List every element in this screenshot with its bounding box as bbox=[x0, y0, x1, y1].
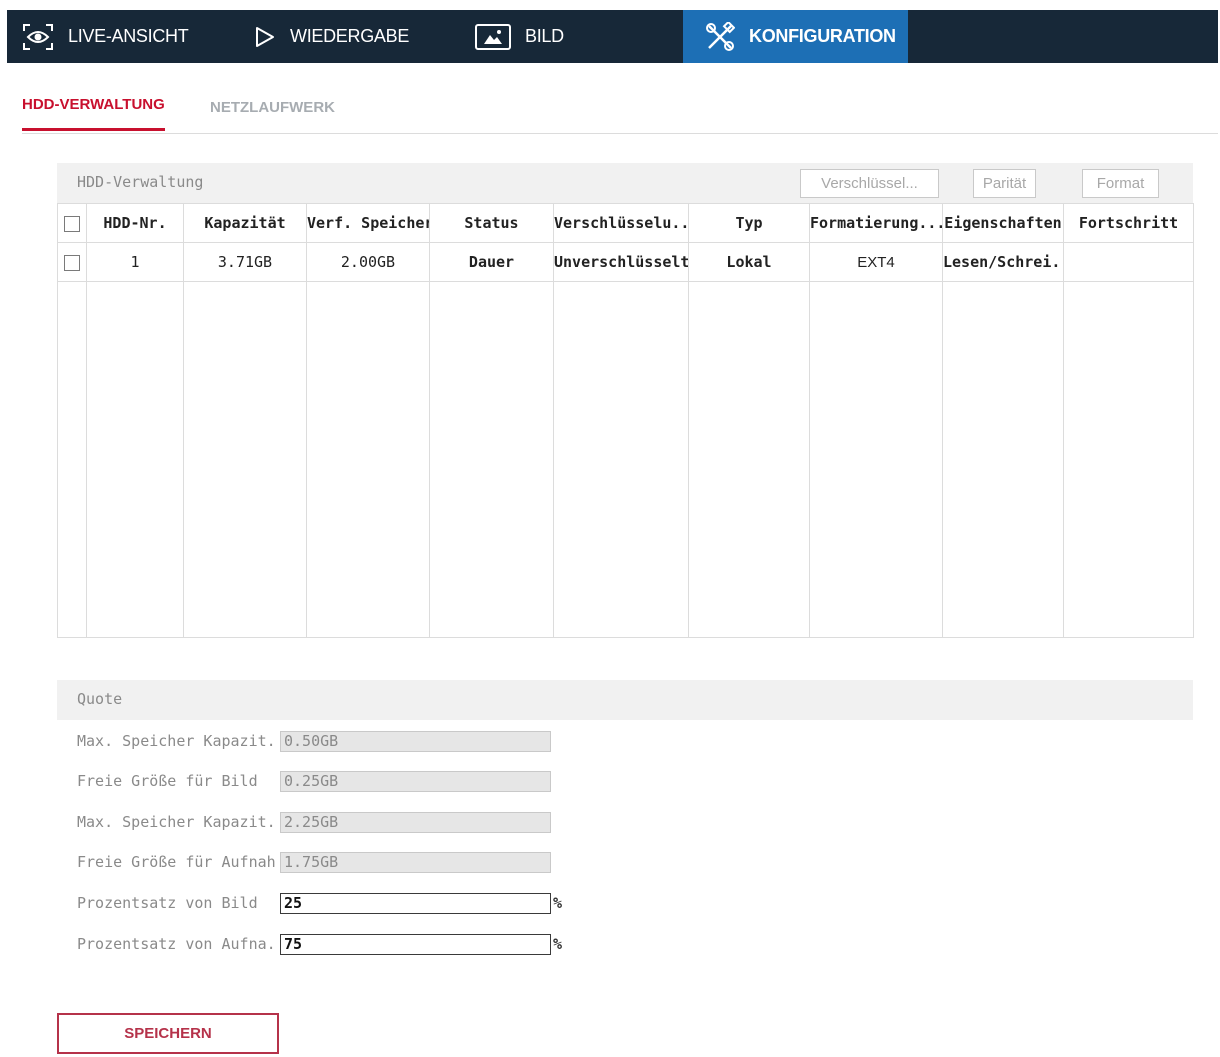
quota-section-header: Quote bbox=[57, 680, 1193, 720]
nav-configuration[interactable]: KONFIGURATION bbox=[683, 10, 908, 63]
nav-playback[interactable]: WIEDERGABE bbox=[254, 10, 409, 63]
tab-hdd-management[interactable]: HDD-VERWALTUNG bbox=[22, 96, 165, 113]
quota-label: Prozentsatz von Bild bbox=[77, 894, 258, 912]
column-header[interactable]: Fortschritt bbox=[1063, 203, 1194, 243]
table-row[interactable]: 1 3.71GB 2.00GB Dauer Unverschlüsselt Lo… bbox=[57, 242, 1194, 282]
column-header[interactable]: Status bbox=[429, 203, 554, 243]
format-button[interactable]: Format bbox=[1082, 169, 1159, 198]
quota-row: Prozentsatz von Bild 25 % bbox=[77, 893, 577, 915]
empty-table-area bbox=[57, 281, 1194, 638]
quota-label: Freie Größe für Aufnah... bbox=[77, 853, 277, 871]
image-icon bbox=[475, 23, 511, 50]
parity-button[interactable]: Parität bbox=[973, 169, 1036, 198]
row-checkbox[interactable] bbox=[64, 254, 80, 271]
table-cell: 1 bbox=[86, 242, 184, 282]
table-cell: Lokal bbox=[688, 242, 810, 282]
record-percentage-input[interactable]: 75 bbox=[280, 934, 551, 955]
table-cell: Dauer bbox=[429, 242, 554, 282]
quota-row: Prozentsatz von Aufna... 75 % bbox=[77, 934, 577, 956]
table-cell: EXT4 bbox=[809, 242, 943, 282]
nav-configuration-label: KONFIGURATION bbox=[749, 26, 896, 46]
percent-unit: % bbox=[553, 894, 563, 912]
tab-divider bbox=[22, 133, 1218, 134]
hdd-section-title: HDD-Verwaltung bbox=[77, 173, 204, 191]
column-header[interactable]: HDD-Nr. bbox=[86, 203, 184, 243]
column-header[interactable]: Formatierung... bbox=[809, 203, 943, 243]
quota-label: Max. Speicher Kapazit... bbox=[77, 813, 277, 831]
max-record-capacity-field: 2.25GB bbox=[280, 812, 551, 833]
nav-playback-label: WIEDERGABE bbox=[290, 26, 410, 46]
select-all-cell bbox=[57, 203, 87, 243]
select-all-checkbox[interactable] bbox=[64, 215, 80, 232]
hdd-table: HDD-Nr. Kapazität Verf. Speicher Status … bbox=[57, 203, 1194, 638]
quota-label: Prozentsatz von Aufna... bbox=[77, 935, 277, 953]
table-cell: Unverschlüsselt bbox=[553, 242, 689, 282]
quota-row: Freie Größe für Bild 0.25GB bbox=[77, 771, 577, 793]
quota-label: Max. Speicher Kapazit... bbox=[77, 732, 277, 750]
tab-network-drive[interactable]: NETZLAUFWERK bbox=[210, 99, 335, 116]
eye-icon bbox=[22, 23, 54, 51]
nav-live-view-label: LIVE-ANSICHT bbox=[68, 26, 189, 46]
quota-section-title: Quote bbox=[77, 690, 123, 708]
column-header[interactable]: Eigenschaften bbox=[942, 203, 1064, 243]
row-select-cell bbox=[57, 242, 87, 282]
column-header[interactable]: Kapazität bbox=[183, 203, 307, 243]
column-header[interactable]: Typ bbox=[688, 203, 810, 243]
save-button[interactable]: SPEICHERN bbox=[57, 1013, 279, 1054]
percent-unit: % bbox=[553, 935, 563, 953]
nav-image[interactable]: BILD bbox=[475, 10, 564, 63]
hdd-section-header: HDD-Verwaltung Verschlüssel... Parität F… bbox=[57, 163, 1193, 203]
column-header[interactable]: Verschlüsselu... bbox=[553, 203, 689, 243]
table-cell: Lesen/Schrei... bbox=[942, 242, 1064, 282]
table-cell: 2.00GB bbox=[306, 242, 430, 282]
free-picture-size-field: 0.25GB bbox=[280, 771, 551, 792]
quota-row: Freie Größe für Aufnah... 1.75GB bbox=[77, 852, 577, 874]
nav-image-label: BILD bbox=[525, 26, 564, 46]
active-tab-indicator bbox=[22, 128, 165, 131]
quota-row: Max. Speicher Kapazit... 0.50GB bbox=[77, 731, 577, 753]
column-header[interactable]: Verf. Speicher bbox=[306, 203, 430, 243]
play-icon bbox=[254, 25, 276, 49]
nav-live-view[interactable]: LIVE-ANSICHT bbox=[22, 10, 189, 63]
table-cell bbox=[1063, 242, 1194, 282]
quota-row: Max. Speicher Kapazit... 2.25GB bbox=[77, 812, 577, 834]
free-record-size-field: 1.75GB bbox=[280, 852, 551, 873]
quota-label: Freie Größe für Bild bbox=[77, 772, 258, 790]
max-picture-capacity-field: 0.50GB bbox=[280, 731, 551, 752]
picture-percentage-input[interactable]: 25 bbox=[280, 893, 551, 914]
table-header-row: HDD-Nr. Kapazität Verf. Speicher Status … bbox=[57, 203, 1194, 243]
table-cell: 3.71GB bbox=[183, 242, 307, 282]
top-navigation-bar: LIVE-ANSICHT WIEDERGABE BILD KONFIGURATI… bbox=[7, 10, 1218, 63]
encrypt-button[interactable]: Verschlüssel... bbox=[800, 169, 939, 198]
tools-icon bbox=[705, 21, 735, 52]
